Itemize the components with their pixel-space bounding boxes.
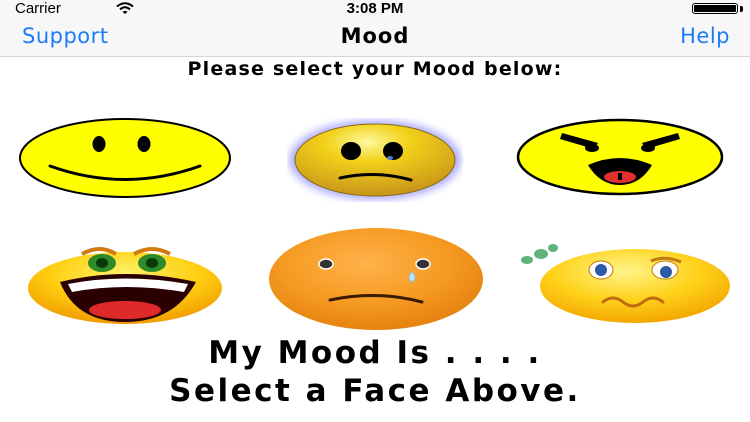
my-mood-label: My Mood Is . . . . (208, 335, 542, 371)
angry-face-icon[interactable] (516, 117, 726, 197)
sad-face-icon[interactable] (287, 118, 463, 202)
status-bar: Carrier 3:08 PM (0, 0, 750, 18)
battery-tip (740, 6, 743, 12)
queasy-face-icon[interactable] (515, 240, 733, 326)
battery-icon (692, 3, 738, 14)
crying-face-icon[interactable] (266, 226, 486, 332)
status-time: 3:08 PM (346, 0, 404, 17)
page-title: Mood (340, 24, 410, 48)
help-button[interactable]: Help (680, 24, 730, 48)
laughing-face-icon[interactable] (24, 240, 226, 326)
selected-mood-text: Select a Face Above. (169, 373, 581, 409)
navigation-bar: Support Mood Help (0, 18, 750, 57)
select-mood-prompt: Please select your Mood below: (187, 58, 563, 80)
happy-face-icon[interactable] (18, 117, 232, 199)
